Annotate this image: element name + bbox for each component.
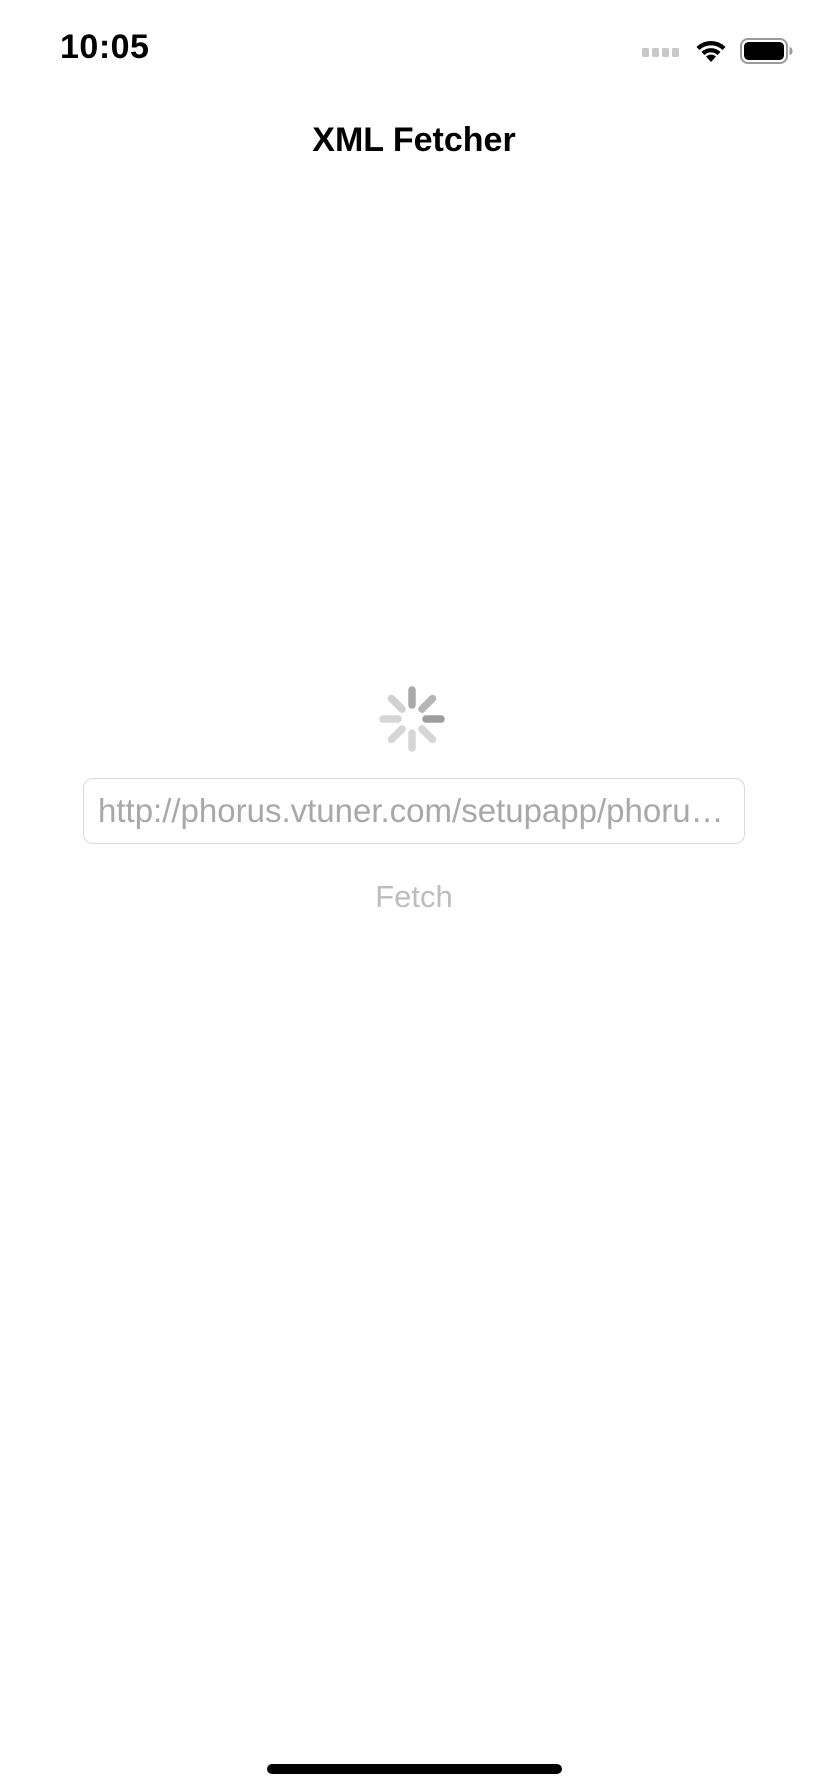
- status-icons: [642, 36, 794, 66]
- activity-spinner-icon: [377, 684, 447, 754]
- url-input-value: http://phorus.vtuner.com/setupapp/phorus…: [98, 792, 730, 829]
- status-bar: 10:05: [0, 0, 828, 100]
- page-title: XML Fetcher: [312, 120, 516, 159]
- screen: 10:05 XML Fetcher http://phorus.vtuner.c…: [0, 0, 828, 1792]
- url-input[interactable]: http://phorus.vtuner.com/setupapp/phorus…: [83, 778, 745, 844]
- fetch-button[interactable]: Fetch: [314, 872, 514, 922]
- status-time: 10:05: [60, 28, 150, 66]
- battery-icon: [740, 38, 794, 64]
- wifi-icon: [694, 38, 728, 64]
- cellular-signal-icon: [642, 44, 682, 58]
- navigation-bar: XML Fetcher: [0, 100, 828, 180]
- home-indicator[interactable]: [267, 1764, 562, 1774]
